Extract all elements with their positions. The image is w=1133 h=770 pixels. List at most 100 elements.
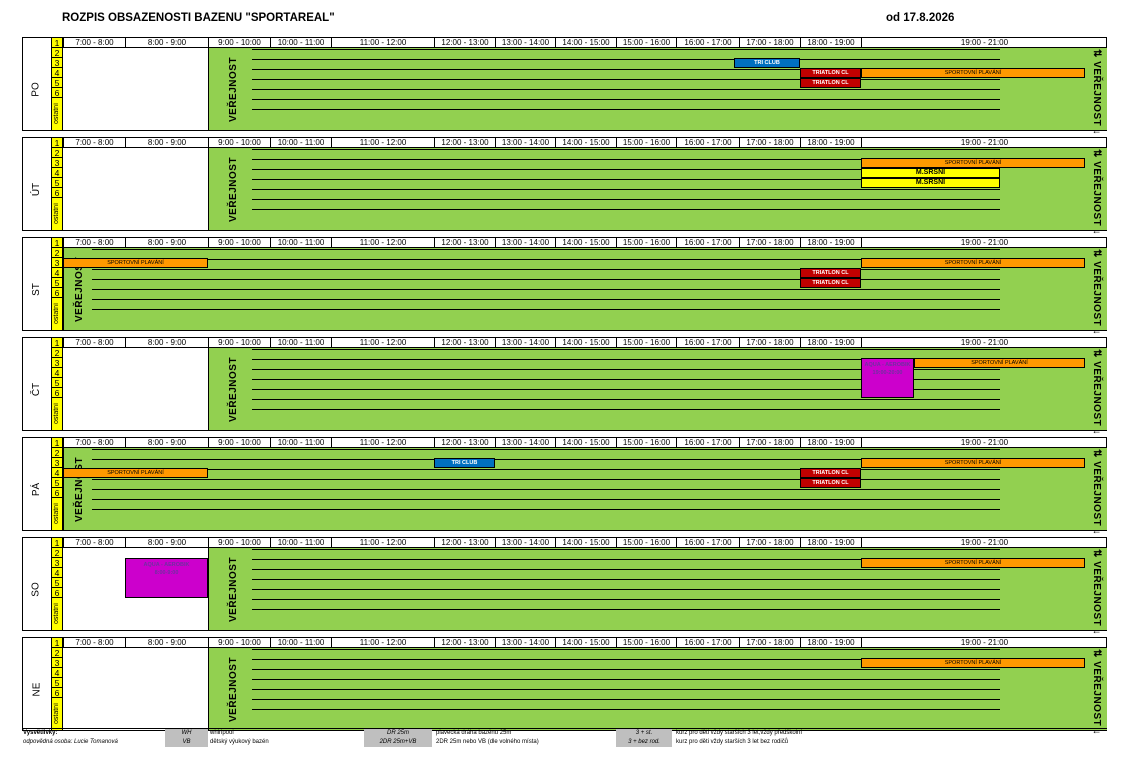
lane-line xyxy=(252,649,1000,650)
lane-number: 4 xyxy=(51,268,63,278)
closed-area xyxy=(63,48,208,130)
lane-number: 3 xyxy=(51,458,63,468)
public-label: VEŘEJNOST xyxy=(74,456,85,522)
time-slot-header: 17:00 - 18:00 xyxy=(739,337,800,348)
legend-desc: kurz pro děti vždy starších 3 let,vždy p… xyxy=(676,730,803,736)
public-label-right: ⇅ VEŘEJNOST ↓ xyxy=(1091,449,1102,536)
lane-line xyxy=(252,199,1000,200)
time-slot-header: 14:00 - 15:00 xyxy=(555,37,616,48)
lane-other: ostatní xyxy=(53,503,60,525)
closed-area xyxy=(63,648,208,730)
closed-area xyxy=(63,348,208,430)
time-slot-header: 10:00 - 11:00 xyxy=(270,237,331,248)
time-slot-header: 7:00 - 8:00 xyxy=(63,237,125,248)
time-slot-header: 19:00 - 21:00 xyxy=(861,37,1107,48)
time-slot-header: 13:00 - 14:00 xyxy=(495,537,555,548)
time-slot-header: 12:00 - 13:00 xyxy=(434,337,495,348)
lane-number: 5 xyxy=(51,278,63,288)
time-slot-header: 11:00 - 12:00 xyxy=(331,337,434,348)
lane-number: 2 xyxy=(51,548,63,558)
time-slot-header: 17:00 - 18:00 xyxy=(739,137,800,148)
public-label: VEŘEJNOST xyxy=(228,656,239,722)
lane-number: 5 xyxy=(51,478,63,488)
lane-number: 5 xyxy=(51,578,63,588)
booking-block: SPORTOVNÍ PLAVÁNÍ xyxy=(63,258,208,268)
time-slot-header: 19:00 - 21:00 xyxy=(861,137,1107,148)
time-slot-header: 8:00 - 9:00 xyxy=(125,637,208,648)
lane-line xyxy=(92,269,1000,270)
time-slot-header: 9:00 - 10:00 xyxy=(208,637,270,648)
lane-number: 4 xyxy=(51,468,63,478)
day-name: SO xyxy=(22,548,51,630)
day-name-text: PO xyxy=(30,81,42,97)
time-slot-header: 15:00 - 16:00 xyxy=(616,437,676,448)
booking-block: TRIATLON CL xyxy=(800,478,861,488)
time-slot-header: 14:00 - 15:00 xyxy=(555,337,616,348)
time-slot-header: 7:00 - 8:00 xyxy=(63,537,125,548)
time-slot-header: 18:00 - 19:00 xyxy=(800,237,861,248)
booking-block: M.SRŠNI xyxy=(861,178,1000,188)
day-name-text: SO xyxy=(30,581,42,597)
booking-block: SPORTOVNÍ PLAVÁNÍ xyxy=(861,258,1085,268)
lane-line xyxy=(92,489,1000,490)
day-name-text: NE xyxy=(31,682,42,696)
time-slot-header: 12:00 - 13:00 xyxy=(434,437,495,448)
time-slot-header: 15:00 - 16:00 xyxy=(616,137,676,148)
booking-block: TRIATLON CL xyxy=(800,68,861,78)
lane-number: 5 xyxy=(51,378,63,388)
lane-number: 5 xyxy=(51,678,63,688)
time-slot-header: 11:00 - 12:00 xyxy=(331,537,434,548)
legend-code: WH xyxy=(165,729,208,738)
time-slot-header: 10:00 - 11:00 xyxy=(270,637,331,648)
time-slot-header: 9:00 - 10:00 xyxy=(208,537,270,548)
day-name: PO xyxy=(22,48,51,130)
time-slot-header: 12:00 - 13:00 xyxy=(434,237,495,248)
public-label-right: ⇅ VEŘEJNOST ↓ xyxy=(1091,249,1102,336)
lane-number: 6 xyxy=(51,88,63,98)
lane-number: 1 xyxy=(51,238,63,248)
time-slot-header: 9:00 - 10:00 xyxy=(208,137,270,148)
lane-line xyxy=(252,189,1000,190)
lane-number: 2 xyxy=(51,448,63,458)
lane-other: ostatní xyxy=(53,603,60,625)
time-slot-header: 16:00 - 17:00 xyxy=(676,437,739,448)
lane-other: ostatní xyxy=(53,203,60,225)
lane-line xyxy=(252,569,1000,570)
lane-number: 5 xyxy=(51,78,63,88)
time-slot-header: 7:00 - 8:00 xyxy=(63,437,125,448)
day-name: PÁ xyxy=(22,448,51,530)
time-slot-header: 16:00 - 17:00 xyxy=(676,337,739,348)
lane-line xyxy=(92,279,1000,280)
time-slot-header: 16:00 - 17:00 xyxy=(676,237,739,248)
lane-number: 1 xyxy=(51,538,63,548)
lane-line xyxy=(252,549,1000,550)
lane-other: ostatní xyxy=(53,403,60,425)
time-slot-header: 18:00 - 19:00 xyxy=(800,637,861,648)
time-slot-header: 16:00 - 17:00 xyxy=(676,637,739,648)
time-slot-header: 8:00 - 9:00 xyxy=(125,137,208,148)
lane-number: 3 xyxy=(51,358,63,368)
time-slot-header: 19:00 - 21:00 xyxy=(861,237,1107,248)
booking-block: SPORTOVNÍ PLAVÁNÍ xyxy=(861,68,1085,78)
lane-number: 6 xyxy=(51,188,63,198)
lane-number: 6 xyxy=(51,388,63,398)
day-name: ČT xyxy=(22,348,51,430)
day-name-text: ST xyxy=(31,282,42,296)
time-slot-header: 11:00 - 12:00 xyxy=(331,437,434,448)
lane-line xyxy=(252,599,1000,600)
time-slot-header: 15:00 - 16:00 xyxy=(616,37,676,48)
time-slot-header: 7:00 - 8:00 xyxy=(63,337,125,348)
lane-line xyxy=(252,349,1000,350)
time-slot-header: 18:00 - 19:00 xyxy=(800,437,861,448)
lane-line xyxy=(252,59,1000,60)
time-slot-header: 14:00 - 15:00 xyxy=(555,137,616,148)
public-label-right: ⇅ VEŘEJNOST ↓ xyxy=(1091,49,1102,136)
time-slot-header: 10:00 - 11:00 xyxy=(270,37,331,48)
booking-block: M.SRŠNI xyxy=(861,168,1000,178)
closed-area xyxy=(63,148,208,230)
day-name-text: ÚT xyxy=(31,182,42,196)
lane-number: 5 xyxy=(51,178,63,188)
valid-from-date: od 17.8.2026 xyxy=(886,12,955,24)
lane-line xyxy=(252,409,1000,410)
lane-other: ostatní xyxy=(53,703,60,725)
